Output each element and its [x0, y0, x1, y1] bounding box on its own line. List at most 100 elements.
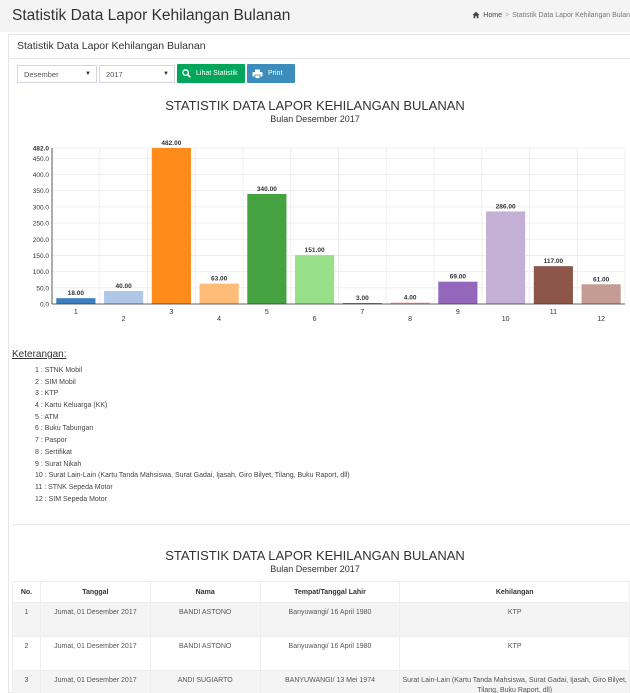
table-row: 1 Jumat, 01 Desember 2017 BANDI ASTONO Bany… [12, 602, 630, 637]
table-cell: 2 [12, 636, 41, 671]
report-table: No. Tanggal Nama Tempat/Tanggal Lahir Kehila… [12, 581, 630, 693]
keterangan-item: 5 : ATM [35, 413, 59, 421]
keterangan-item: 6 : Buku Tabungan [35, 425, 94, 433]
panel-header: Statistik Data Lapor Kehilangan Bulanan [9, 35, 630, 59]
bar [247, 193, 287, 304]
bar-value-label: 61.00 [593, 276, 610, 283]
bar-value-label: 117.00 [544, 258, 564, 265]
bar-value-label: 286.00 [496, 203, 516, 210]
x-tick-label: 7 [360, 309, 364, 316]
keterangan-list: 1 : STNK Mobil 2 : SIM Mobil 3 : KTP 4 : Ka… [35, 365, 350, 505]
y-tick-label: 250.0 [33, 221, 50, 228]
table-cell: Banyuwangi/ 16 April 1980 [259, 636, 401, 671]
y-tick-label: 150.0 [33, 253, 50, 260]
x-tick-label: 6 [313, 316, 317, 323]
x-tick-label: 12 [597, 316, 605, 323]
bar [581, 284, 621, 304]
x-tick-label: 5 [265, 309, 269, 316]
table-cell: Jumat, 01 Desember 2017 [39, 670, 151, 693]
y-tick-label: 0.0 [40, 302, 49, 309]
bar [56, 298, 96, 304]
keterangan-title: Keterangan: [12, 349, 67, 360]
bar [486, 211, 526, 304]
table-cell: BANYUWANGI/ 13 Mei 1974 [259, 670, 401, 693]
y-tick-label: 200.0 [33, 237, 50, 244]
bar-value-label: 18.00 [68, 290, 85, 297]
x-tick-label: 1 [74, 309, 78, 316]
home-icon [472, 11, 480, 19]
keterangan-item: 11 : STNK Sepeda Motor [35, 483, 113, 491]
y-tick-label: 400.0 [33, 172, 50, 179]
chevron-down-icon: ▼ [85, 71, 91, 77]
table-cell: BANDI ASTONO [149, 602, 261, 637]
month-select[interactable]: Desember ▼ [17, 65, 97, 83]
keterangan-item: 12 : SIM Sepeda Motor [35, 495, 107, 503]
panel-title: Statistik Data Lapor Kehilangan Bulanan [17, 40, 206, 52]
table-title: STATISTIK DATA LAPOR KEHILANGAN BULANAN [165, 548, 465, 563]
table-cell: 3 [12, 670, 41, 693]
y-tick-label: 50.0 [36, 285, 49, 292]
bar-value-label: 69.00 [450, 274, 467, 281]
bar [104, 291, 144, 304]
top-header: Statistik Data Lapor Kehilangan Bulanan … [0, 0, 630, 32]
y-tick-label: 300.0 [33, 204, 50, 211]
print-label: Print [268, 70, 283, 77]
bar [151, 148, 191, 304]
view-statistic-label: Lihat Statistik [196, 70, 238, 77]
view-statistic-button[interactable]: Lihat Statistik [177, 64, 245, 83]
chevron-down-icon: ▼ [163, 71, 169, 77]
bar-value-label: 40.00 [115, 283, 132, 290]
x-tick-label: 2 [122, 316, 126, 323]
year-select[interactable]: 2017 ▼ [99, 65, 175, 83]
breadcrumb-current: Statistik Data Lapor Kehilangan Bulan [512, 11, 630, 19]
breadcrumb-separator: > [504, 11, 510, 19]
bar-value-label: 482.00 [161, 140, 181, 147]
table-row: 3 Jumat, 01 Desember 2017 ANDI SUGIARTO BAN… [12, 670, 630, 693]
chart-title: STATISTIK DATA LAPOR KEHILANGAN BULANAN [165, 98, 465, 113]
y-tick-label: 450.0 [33, 156, 50, 163]
column-header: Kehilangan [399, 581, 630, 603]
table-cell: Jumat, 01 Desember 2017 [39, 602, 151, 637]
table-cell: Surat Lain-Lain (Kartu Tanda Mahsiswa, S… [399, 670, 630, 693]
column-header: No. [12, 581, 41, 603]
keterangan-item: 7 : Paspor [35, 437, 67, 445]
keterangan-item: 4 : Kartu Keluarga (KK) [35, 402, 108, 410]
column-header: Tempat/Tanggal Lahir [259, 581, 401, 603]
table-cell: ANDI SUGIARTO [149, 670, 261, 693]
table-cell: Jumat, 01 Desember 2017 [39, 636, 151, 671]
bar [533, 266, 573, 304]
table-row: 2 Jumat, 01 Desember 2017 BANDI ASTONO Bany… [12, 636, 630, 671]
table-cell: 1 [12, 602, 41, 637]
section-divider [12, 524, 630, 525]
keterangan-item: 10 : Surat Lain-Lain (Kartu Tanda Mahsis… [35, 472, 350, 480]
bar [199, 283, 239, 304]
bar [438, 281, 478, 304]
table-cell: Banyuwangi/ 16 April 1980 [259, 602, 401, 637]
table-subtitle: Bulan Desember 2017 [270, 564, 360, 574]
x-tick-label: 3 [169, 309, 173, 316]
breadcrumb-home-link[interactable]: Home [483, 12, 502, 19]
bar-chart: 0.0 50.0 100.0 150.0 200.0 250.0 300.0 350.0 400… [33, 140, 626, 323]
bar-value-label: 340.00 [257, 186, 277, 193]
keterangan-item: 2 : SIM Mobil [35, 378, 76, 386]
printer-icon [252, 69, 263, 79]
table-cell: BANDI ASTONO [149, 636, 261, 671]
keterangan-item: 1 : STNK Mobil [35, 367, 83, 374]
bar [295, 255, 335, 304]
year-select-value: 2017 [106, 70, 123, 79]
x-tick-label: 9 [456, 309, 460, 316]
y-tick-label: 482.0 [33, 146, 50, 153]
x-tick-label: 10 [502, 316, 510, 323]
bar-value-label: 151.00 [305, 247, 325, 254]
keterangan-item: 9 : Surat Nikah [35, 460, 82, 468]
table-cell: KTP [399, 636, 630, 671]
x-tick-label: 4 [217, 316, 221, 323]
search-icon [182, 69, 191, 78]
x-tick-label: 8 [408, 316, 412, 323]
x-tick-label: 11 [550, 309, 557, 316]
column-header: Nama [149, 581, 261, 603]
y-tick-label: 350.0 [33, 188, 50, 195]
print-button[interactable]: Print [247, 64, 295, 83]
table-cell: KTP [399, 602, 630, 637]
page-title: Statistik Data Lapor Kehilangan Bulanan [12, 7, 291, 24]
